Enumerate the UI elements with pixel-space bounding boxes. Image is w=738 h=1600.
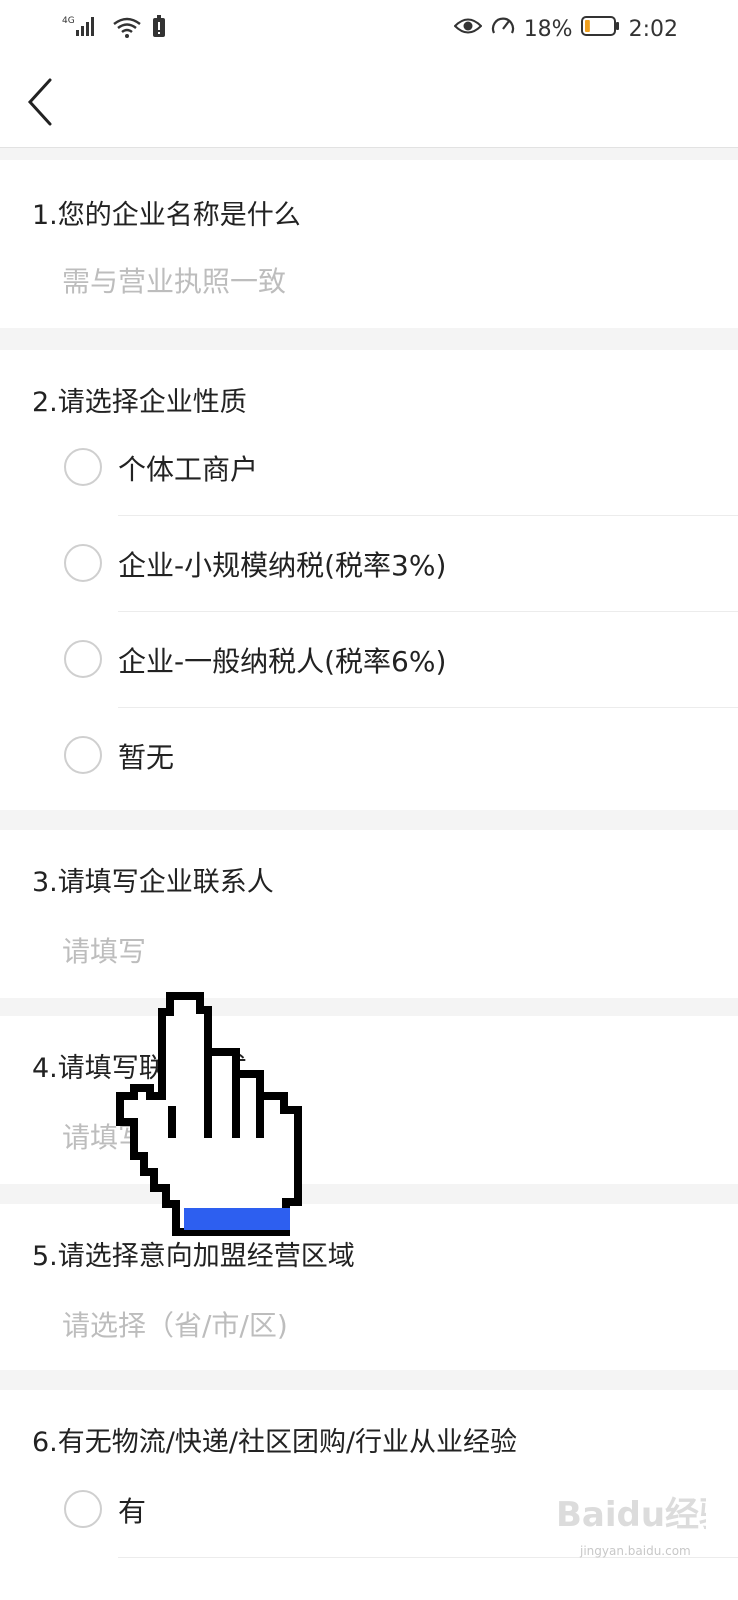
question-2-section: 2.请选择企业性质 个体工商户 企业-小规模纳税(税率3%) 企业-一般纳税人(… (0, 350, 738, 810)
nav-bar (0, 56, 738, 148)
contact-method-input[interactable]: 请填写 (62, 1116, 146, 1156)
region-select[interactable]: 请选择（省/市/区) (62, 1304, 288, 1344)
question-3-section: 3.请填写企业联系人 请填写 (0, 830, 738, 998)
question-3-title: 3.请填写企业联系人 (32, 867, 274, 898)
question-1-section: 1.您的企业名称是什么 需与营业执照一致 (0, 160, 738, 328)
question-4-title: 4.请填写联系方式 (32, 1053, 247, 1084)
status-right: 18% 2:02 (453, 14, 678, 44)
radio-circle[interactable] (64, 736, 102, 774)
eye-icon (453, 16, 483, 42)
svg-text:Baidu经验: Baidu经验 (556, 1495, 706, 1535)
status-bar: 4G 18% 2:02 (0, 0, 738, 56)
question-5-section: 5.请选择意向加盟经营区域 请选择（省/市/区) (0, 1204, 738, 1370)
radio-circle[interactable] (64, 640, 102, 678)
radio-option-general-taxpayer[interactable]: 企业-一般纳税人(税率6%) (0, 612, 738, 708)
svg-text:4G: 4G (62, 16, 75, 26)
status-time: 2:02 (628, 16, 678, 42)
option-label: 有 (118, 1495, 147, 1528)
contact-person-input[interactable]: 请填写 (62, 930, 146, 970)
watermark-url: jingyan.baidu.com (580, 1544, 691, 1558)
notification-icon (152, 15, 166, 43)
radio-option-small-scale[interactable]: 企业-小规模纳税(税率3%) (0, 516, 738, 612)
option-label: 暂无 (118, 741, 175, 774)
radio-circle[interactable] (64, 1490, 102, 1528)
status-left: 4G (62, 14, 166, 44)
question-1-title: 1.您的企业名称是什么 (32, 200, 301, 231)
speed-icon (490, 14, 516, 44)
radio-option-none[interactable]: 暂无 (0, 708, 738, 804)
radio-circle[interactable] (64, 448, 102, 486)
battery-icon (580, 15, 621, 43)
question-6-title: 6.有无物流/快递/社区团购/行业从业经验 (32, 1427, 518, 1458)
option-label: 个体工商户 (118, 453, 259, 486)
chevron-left-icon (27, 78, 52, 126)
wifi-icon (112, 15, 142, 43)
option-label: 企业-小规模纳税(税率3%) (118, 549, 447, 582)
back-button[interactable] (22, 76, 62, 128)
company-name-input[interactable]: 需与营业执照一致 (62, 260, 286, 300)
radio-circle[interactable] (64, 544, 102, 582)
signal-icon: 4G (62, 14, 102, 44)
question-4-section: 4.请填写联系方式 请填写 (0, 1016, 738, 1184)
baidu-watermark-logo: Baidu经验 (556, 1484, 733, 1544)
radio-option-individual[interactable]: 个体工商户 (0, 420, 738, 516)
option-label: 企业-一般纳税人(税率6%) (118, 645, 447, 678)
battery-percent: 18% (523, 16, 573, 42)
question-2-title: 2.请选择企业性质 (32, 387, 247, 418)
question-5-title: 5.请选择意向加盟经营区域 (32, 1241, 355, 1272)
